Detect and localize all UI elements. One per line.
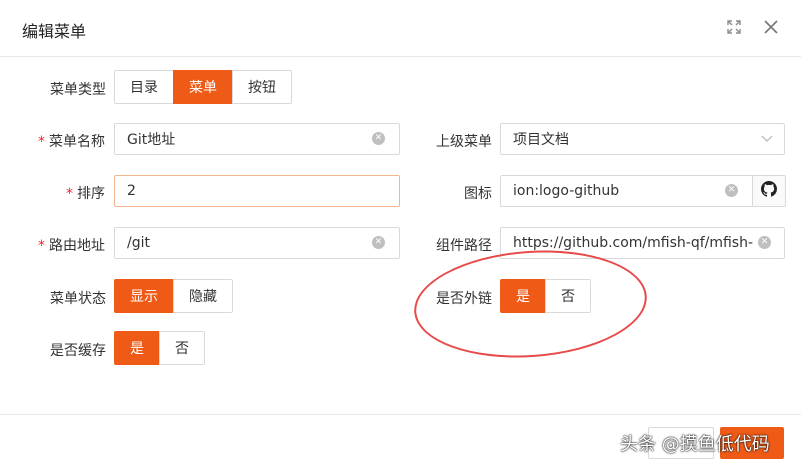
menu-type-label: 菜单类型: [50, 82, 106, 98]
sort-label: * 排序: [66, 183, 105, 203]
menu-status-option-hide[interactable]: 隐藏: [173, 279, 233, 313]
required-mark: *: [38, 238, 45, 254]
parent-menu-value: 项目文档: [513, 132, 569, 148]
sort-input[interactable]: 2: [114, 175, 400, 207]
chevron-down-icon: [760, 131, 774, 149]
icon-value: ion:logo-github: [513, 183, 620, 199]
component-label: 组件路径: [436, 238, 492, 254]
menu-type-option-directory[interactable]: 目录: [114, 70, 174, 104]
annotation-circle: [410, 243, 651, 365]
is-cache-radio-group: 是 否: [114, 331, 205, 365]
sort-label-text: 排序: [77, 186, 105, 202]
required-mark: *: [38, 134, 45, 150]
menu-name-value: Git地址: [127, 132, 176, 148]
route-label: * 路由地址: [38, 235, 105, 255]
dialog-title: 编辑菜单: [22, 22, 87, 41]
route-input[interactable]: /git: [114, 227, 400, 259]
clear-icon[interactable]: ✕: [758, 236, 771, 249]
component-value: https://github.com/mfish-qf/mfish-noc: [513, 235, 754, 251]
menu-type-option-menu[interactable]: 菜单: [173, 70, 233, 104]
menu-name-label: * 菜单名称: [38, 131, 105, 151]
route-label-text: 路由地址: [49, 238, 105, 254]
is-cache-option-no[interactable]: 否: [159, 331, 205, 365]
menu-type-radio-group: 目录 菜单 按钮: [114, 70, 292, 104]
menu-name-label-text: 菜单名称: [49, 134, 105, 150]
parent-menu-label: 上级菜单: [436, 134, 492, 150]
required-mark: *: [66, 186, 73, 202]
dialog-header: 编辑菜单: [0, 0, 801, 57]
sort-value: 2: [127, 183, 136, 199]
parent-menu-select[interactable]: 项目文档: [500, 123, 785, 155]
clear-icon[interactable]: ✕: [725, 184, 738, 197]
menu-status-option-show[interactable]: 显示: [114, 279, 174, 313]
edit-menu-dialog: 编辑菜单 菜单类型 目录 菜单 按钮 * 菜单名称 Git地址 ✕ 上级菜单 项目…: [0, 0, 801, 468]
route-value: /git: [127, 235, 150, 251]
menu-status-label: 菜单状态: [50, 291, 106, 307]
icon-label: 图标: [464, 186, 492, 202]
github-icon: [761, 181, 777, 201]
clear-icon[interactable]: ✕: [372, 236, 385, 249]
close-icon[interactable]: [761, 17, 781, 37]
fullscreen-icon[interactable]: [724, 17, 744, 37]
menu-status-radio-group: 显示 隐藏: [114, 279, 233, 313]
icon-input[interactable]: ion:logo-github: [500, 175, 753, 207]
is-cache-option-yes[interactable]: 是: [114, 331, 160, 365]
menu-name-input[interactable]: Git地址: [114, 123, 400, 155]
clear-icon[interactable]: ✕: [372, 132, 385, 145]
icon-picker-button[interactable]: [752, 175, 786, 207]
watermark: 头条 @摸鱼低代码: [620, 434, 770, 455]
menu-type-option-button[interactable]: 按钮: [232, 70, 292, 104]
is-cache-label: 是否缓存: [50, 343, 106, 359]
